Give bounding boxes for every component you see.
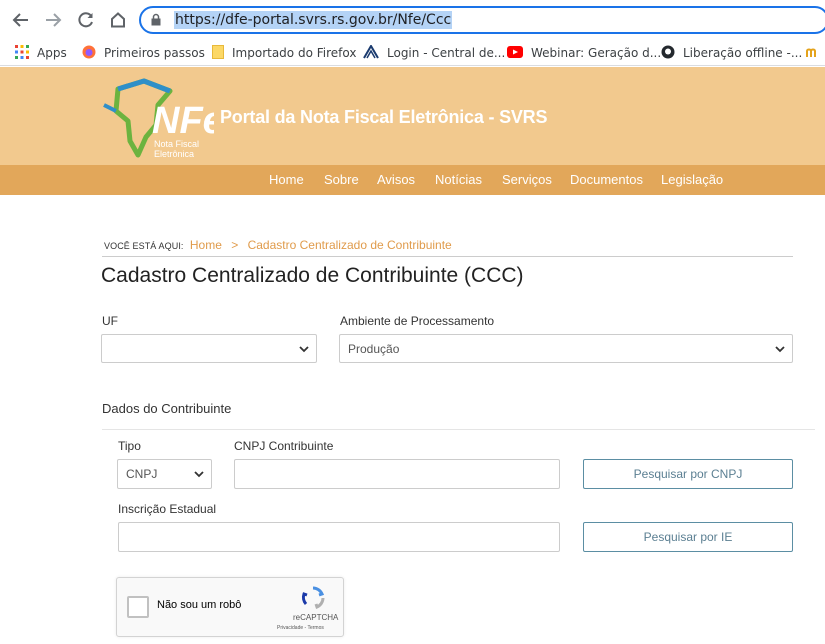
- page-title: Cadastro Centralizado de Contribuinte (C…: [101, 264, 524, 287]
- breadcrumb: Você está aqui: Home > Cadastro Centrali…: [104, 238, 452, 252]
- section-divider: [102, 429, 815, 430]
- recaptcha-terms[interactable]: Privacidade - Termos: [277, 625, 324, 631]
- back-arrow-icon[interactable]: [9, 8, 33, 32]
- site-header: NFe Nota Fiscal Eletrônica Portal da Not…: [0, 67, 825, 165]
- chevron-down-icon: [298, 343, 310, 358]
- bookmarks-bar: Apps Primeiros passos Importado do Firef…: [0, 40, 825, 66]
- bookmark-label: Liberação offline -...: [683, 46, 803, 60]
- bookmark-label: Primeiros passos: [104, 46, 205, 60]
- bookmark-login-central[interactable]: Login - Central de...: [363, 43, 506, 62]
- breadcrumb-current: Cadastro Centralizado de Contribuinte: [247, 238, 452, 252]
- ambiente-label: Ambiente de Processamento: [340, 314, 495, 328]
- nav-sobre[interactable]: Sobre: [324, 172, 359, 187]
- youtube-icon: [507, 45, 523, 61]
- browser-toolbar: https://dfe-portal.svrs.rs.gov.br/Nfe/Cc…: [0, 0, 825, 40]
- ambiente-select[interactable]: Produção: [339, 334, 793, 363]
- section-title: Dados do Contribuinte: [102, 401, 232, 416]
- apps-grid-icon: [15, 44, 29, 62]
- nav-servicos[interactable]: Serviços: [502, 172, 552, 187]
- cnpj-label: CNPJ Contribuinte: [234, 439, 334, 453]
- reload-icon[interactable]: [74, 8, 98, 32]
- breadcrumb-divider: [102, 256, 793, 257]
- logo-sub2: Eletrônica: [154, 149, 194, 159]
- nav-noticias[interactable]: Notícias: [435, 172, 482, 187]
- recaptcha-brand: reCAPTCHA: [293, 613, 339, 622]
- breadcrumb-separator: >: [231, 238, 239, 252]
- tipo-select[interactable]: CNPJ: [117, 459, 212, 489]
- search-ie-button[interactable]: Pesquisar por IE: [583, 522, 793, 552]
- ambiente-select-value: Produção: [348, 342, 400, 356]
- recaptcha-label: Não sou um robô: [157, 599, 242, 611]
- bookmark-importado-firefox[interactable]: Importado do Firefox: [212, 44, 356, 62]
- ie-input[interactable]: [118, 522, 560, 552]
- bookmark-label: Importado do Firefox: [232, 46, 357, 60]
- tipo-label: Tipo: [118, 439, 141, 453]
- nfe-logo[interactable]: NFe Nota Fiscal Eletrônica: [98, 75, 214, 163]
- breadcrumb-label: Você está aqui:: [104, 241, 184, 251]
- folder-icon: [212, 44, 224, 62]
- firefox-icon: [82, 45, 96, 62]
- chevron-down-icon: [193, 468, 205, 483]
- bookmark-apps[interactable]: Apps: [15, 44, 67, 62]
- bookmark-primeiros-passos[interactable]: Primeiros passos: [82, 44, 205, 62]
- lock-icon: [151, 13, 161, 31]
- nav-avisos[interactable]: Avisos: [377, 172, 415, 187]
- site-icon: [363, 43, 379, 62]
- logo-text: NFe: [152, 100, 214, 142]
- tipo-select-value: CNPJ: [126, 467, 158, 481]
- breadcrumb-home[interactable]: Home: [190, 238, 222, 252]
- github-icon: [661, 45, 675, 62]
- bookmark-liberacao[interactable]: Liberação offline -...: [661, 44, 802, 62]
- site-title: Portal da Nota Fiscal Eletrônica - SVRS: [220, 107, 548, 127]
- bookmark-label: Apps: [37, 46, 67, 60]
- recaptcha-checkbox[interactable]: [127, 596, 149, 618]
- home-icon[interactable]: [106, 8, 130, 32]
- uf-label: UF: [102, 314, 118, 328]
- nav-home[interactable]: Home: [269, 172, 304, 187]
- bookmark-label: Login - Central de...: [387, 46, 506, 60]
- nav-documentos[interactable]: Documentos: [570, 172, 643, 187]
- recaptcha-icon: [301, 586, 325, 615]
- bookmark-label: Webinar: Geração d...: [531, 46, 662, 60]
- recaptcha-widget: Não sou um robô reCAPTCHA Privacidade - …: [116, 577, 344, 637]
- nav-legislacao[interactable]: Legislação: [661, 172, 723, 187]
- logo-sub1: Nota Fiscal: [154, 139, 199, 149]
- ie-label: Inscrição Estadual: [118, 502, 217, 516]
- bookmark-more[interactable]: [806, 44, 820, 62]
- bookmark-webinar[interactable]: Webinar: Geração d...: [507, 44, 661, 62]
- search-cnpj-button[interactable]: Pesquisar por CNPJ: [583, 459, 793, 489]
- uf-select[interactable]: [101, 334, 317, 363]
- chevron-down-icon: [774, 343, 786, 358]
- address-bar[interactable]: https://dfe-portal.svrs.rs.gov.br/Nfe/Cc…: [139, 6, 825, 34]
- forward-arrow-icon[interactable]: [41, 8, 65, 32]
- url-text[interactable]: https://dfe-portal.svrs.rs.gov.br/Nfe/Cc…: [174, 11, 453, 29]
- cnpj-input[interactable]: [234, 459, 560, 489]
- site-m-icon: [806, 45, 820, 62]
- main-nav: Home Sobre Avisos Notícias Serviços Docu…: [0, 165, 825, 195]
